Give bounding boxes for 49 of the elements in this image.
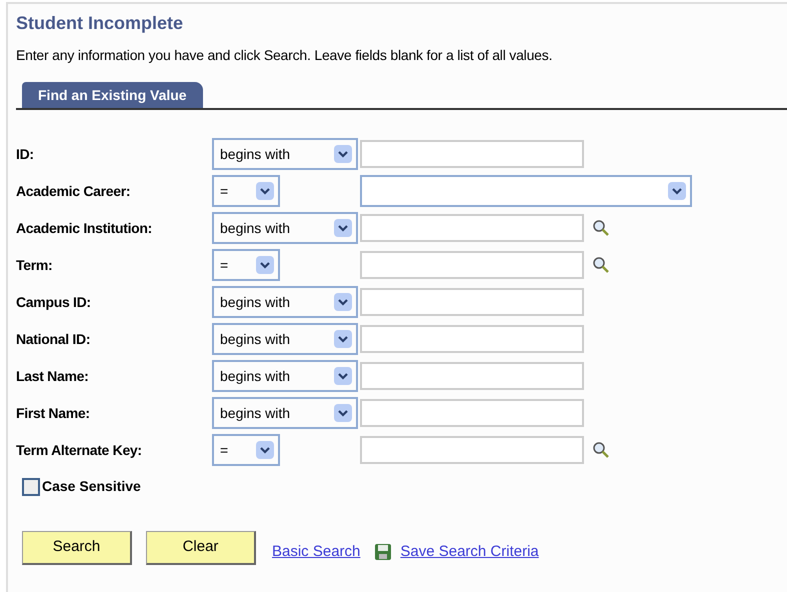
field-label: First Name:	[16, 404, 91, 422]
operator-dropdown[interactable]: begins with	[212, 397, 358, 429]
operator-dropdown[interactable]: =	[212, 434, 280, 466]
input-field[interactable]	[360, 251, 584, 279]
caret-icon	[668, 182, 686, 200]
caret-icon	[334, 404, 352, 422]
caret-icon	[256, 441, 274, 459]
field-label: ID:	[16, 144, 35, 164]
caret-icon	[256, 182, 274, 200]
operator-dropdown[interactable]: =	[212, 249, 280, 281]
caret-icon	[334, 367, 352, 385]
caret-icon	[334, 293, 352, 311]
operator-dropdown[interactable]: begins with	[212, 360, 358, 392]
operator-dropdown[interactable]: begins with	[212, 286, 358, 318]
field-label: Academic Institution:	[16, 218, 154, 238]
tab[interactable]: Find an Existing Value	[22, 82, 203, 108]
instructions-text: Enter any information you have and click Search. Leave fields blank for a list of all values.	[16, 46, 554, 64]
input-field[interactable]	[360, 288, 584, 316]
input-field[interactable]	[360, 362, 584, 390]
operator-dropdown[interactable]: begins with	[212, 323, 358, 355]
caret-icon	[256, 256, 274, 274]
search-icon[interactable]	[592, 441, 610, 459]
operator-dropdown[interactable]: begins with	[212, 212, 358, 244]
field-label: Term:	[16, 256, 54, 274]
field-label: Campus ID:	[16, 292, 92, 312]
input-field[interactable]	[360, 436, 584, 464]
caret-icon	[334, 145, 352, 163]
search-icon[interactable]	[592, 219, 610, 237]
input-field[interactable]	[360, 214, 584, 242]
value-dropdown[interactable]	[360, 175, 692, 207]
input-field[interactable]	[360, 399, 584, 427]
link[interactable]: Save Search Criteria	[400, 540, 539, 564]
operator-dropdown[interactable]: =	[212, 175, 280, 207]
action-button[interactable]: Search	[22, 531, 132, 565]
page-title: Student Incomplete	[16, 12, 184, 34]
field-label: Last Name:	[16, 366, 90, 386]
input-field[interactable]	[360, 325, 584, 353]
field-label: Term Alternate Key:	[16, 440, 143, 460]
caret-icon	[334, 219, 352, 237]
input-field[interactable]	[360, 140, 584, 168]
checkbox-label: Case Sensitive	[42, 477, 141, 496]
caret-icon	[334, 330, 352, 348]
checkbox[interactable]	[22, 478, 40, 496]
search-icon[interactable]	[592, 256, 610, 274]
link[interactable]: Basic Search	[272, 540, 360, 564]
field-label: National ID:	[16, 330, 92, 348]
operator-dropdown[interactable]: begins with	[212, 138, 358, 170]
action-button[interactable]: Clear	[146, 531, 256, 565]
field-label: Academic Career:	[16, 182, 132, 200]
